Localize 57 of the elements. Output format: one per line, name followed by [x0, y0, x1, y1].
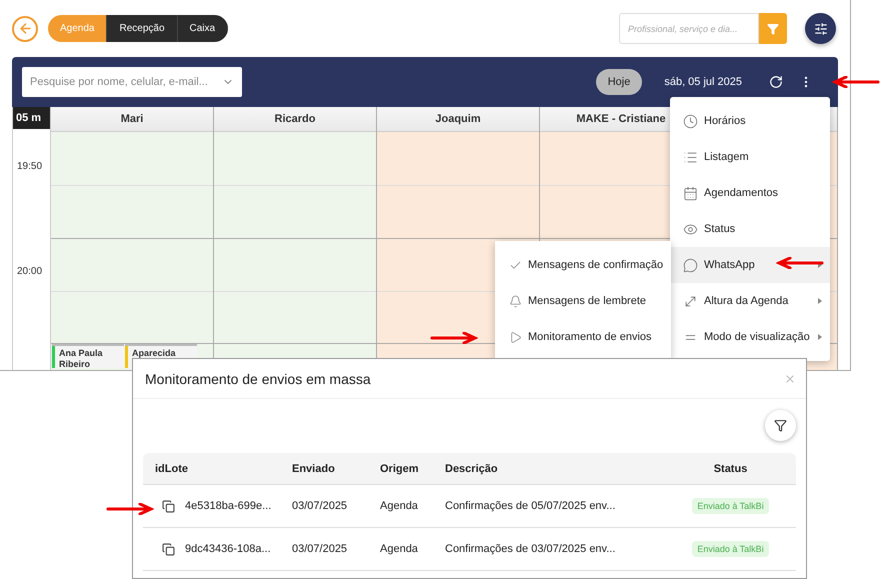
submenu-item[interactable]: Mensagens de lembrete	[495, 283, 671, 319]
filter-button[interactable]	[765, 410, 796, 441]
column-heading: Descrição	[444, 462, 499, 474]
search-field[interactable]: Pesquise por nome, celular, e-mail...	[22, 67, 242, 97]
column-heading: idLote	[154, 462, 189, 474]
interval-label: 05 m	[13, 107, 50, 129]
appointment-card[interactable]: Ana Paula Ribeiro	[52, 344, 124, 368]
annotation-arrow	[776, 257, 824, 269]
table-cell-text: Agenda	[379, 543, 419, 555]
bell-icon	[509, 294, 522, 308]
filter-icon	[767, 22, 779, 34]
time-label: 20:00	[17, 266, 42, 277]
refresh-icon	[769, 75, 783, 89]
menu-item[interactable]: Horários	[670, 103, 830, 139]
status-badge: Enviado à TalkBi	[692, 541, 769, 557]
settings-button[interactable]	[805, 13, 836, 44]
annotation-arrow	[106, 503, 154, 515]
triangle-icon	[509, 330, 522, 344]
table-cell-text: Agenda	[379, 500, 419, 512]
clock-icon	[683, 114, 698, 128]
appointment-name: Aparecida	[132, 348, 176, 358]
appointment-name: Ana Paula Ribeiro	[59, 348, 103, 368]
annotation-arrow	[832, 76, 880, 88]
column-heading: Origem	[379, 462, 420, 474]
menu-item[interactable]: Listagem	[670, 139, 830, 175]
table-cell-text: 03/07/2025	[291, 543, 348, 555]
table-cell-text: Confirmações de 05/07/2025 env...	[444, 500, 616, 512]
copy-icon[interactable]	[162, 500, 175, 512]
column-header: Mari	[51, 107, 213, 132]
time-label: 19:50	[17, 161, 42, 172]
table-cell-text: 03/07/2025	[291, 500, 348, 512]
annotation-arrow	[430, 332, 478, 344]
dialog-title: Monitoramento de envios em massa	[145, 370, 371, 386]
date-label: sáb, 05 jul 2025	[664, 76, 742, 88]
submenu-item[interactable]: Mensagens de confirmação	[495, 247, 671, 283]
status-badge: Enviado à TalkBi	[692, 498, 769, 514]
table-cell-text: Confirmações de 03/07/2025 env...	[444, 543, 616, 555]
calendar-icon	[683, 186, 698, 200]
copy-icon[interactable]	[162, 542, 175, 556]
menu-item[interactable]: Agendamentos	[670, 175, 830, 211]
tab[interactable]: Caixa	[178, 15, 228, 42]
table-cell: 9dc43436-108a...	[185, 543, 271, 555]
table-cell: 4e5318ba-699e...	[185, 500, 272, 512]
search-field[interactable]: Profissional, serviço e dia...	[619, 13, 759, 44]
column-header: Joaquim	[377, 107, 539, 132]
refresh-button[interactable]	[768, 74, 784, 90]
tab[interactable]: Recepção	[107, 15, 178, 42]
menu-item[interactable]: Status	[670, 211, 830, 247]
submenu-item[interactable]: Monitoramento de envios	[495, 319, 671, 355]
menu-item[interactable]: WhatsApp	[670, 247, 830, 283]
sliders-icon	[814, 22, 828, 36]
column-header: Ricardo	[214, 107, 376, 132]
chat-bubble-icon	[683, 258, 698, 272]
filter-icon	[774, 419, 787, 432]
column-heading: Status	[712, 462, 748, 474]
column-heading: Enviado	[291, 462, 336, 474]
today-button[interactable]: Hoje	[596, 69, 642, 95]
